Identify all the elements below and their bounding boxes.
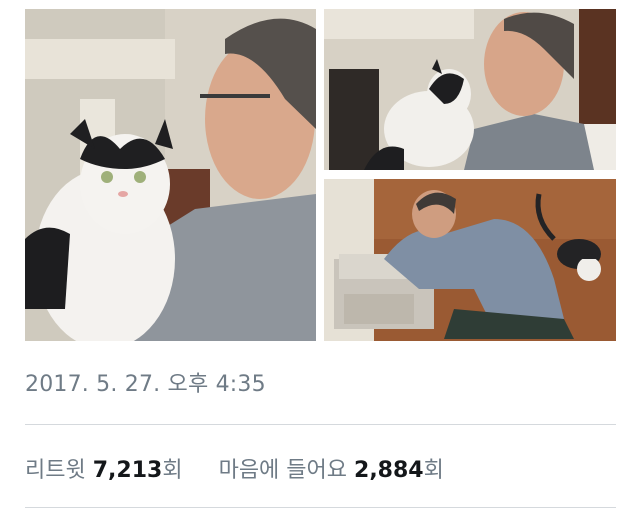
like-label: 마음에 들어요 [218, 458, 348, 483]
photo-2-image [324, 9, 616, 170]
retweet-stat[interactable]: 리트윗 7,213회 [25, 458, 190, 483]
divider-bottom [25, 507, 616, 508]
tweet-detail: 2017. 5. 27. 오후 4:35 리트윗 7,213회 마음에 들어요 … [0, 0, 640, 522]
tweet-stats: 리트윗 7,213회 마음에 들어요 2,884회 [25, 452, 444, 484]
photo-3-image [324, 179, 616, 341]
like-count: 2,884 [354, 458, 424, 483]
retweet-count: 7,213 [92, 458, 163, 483]
tweet-photo-2[interactable] [324, 9, 616, 170]
tweet-photo-3[interactable] [324, 179, 616, 341]
tweet-photo-1[interactable] [25, 9, 316, 341]
tweet-timestamp[interactable]: 2017. 5. 27. 오후 4:35 [25, 366, 266, 398]
retweet-label: 리트윗 [25, 458, 86, 483]
divider-top [25, 424, 616, 425]
photo-1-image [25, 9, 316, 341]
like-suffix: 회 [423, 458, 444, 483]
retweet-suffix: 회 [162, 458, 183, 483]
like-stat[interactable]: 마음에 들어요 2,884회 [219, 458, 444, 483]
